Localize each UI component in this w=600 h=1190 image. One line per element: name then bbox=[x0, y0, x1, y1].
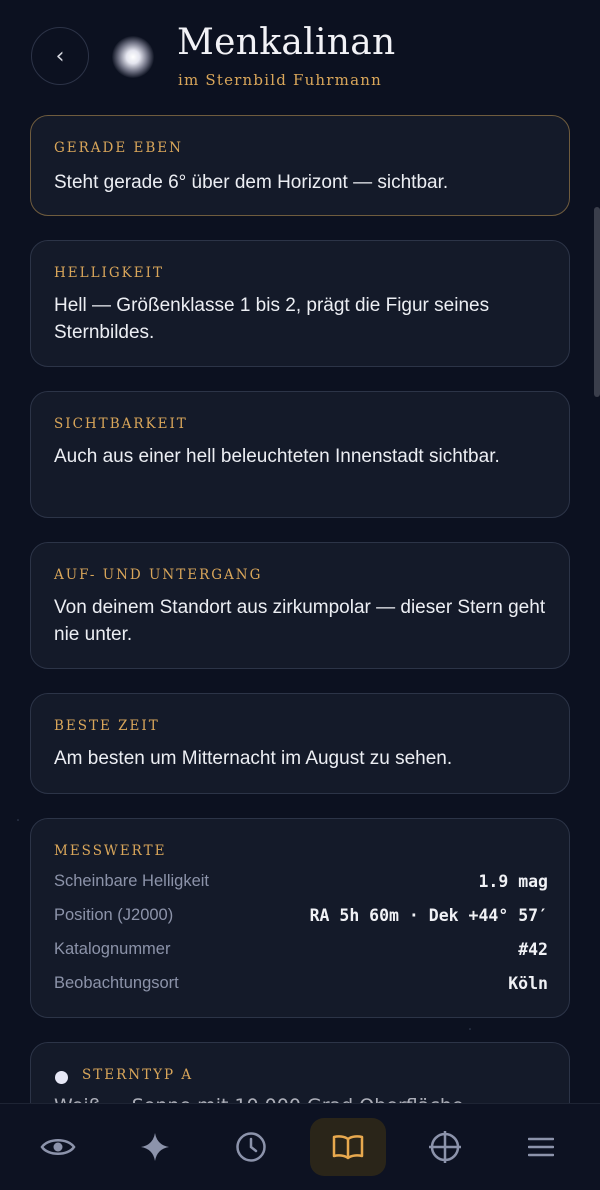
crosshair-icon bbox=[429, 1131, 461, 1163]
nav-item-time[interactable] bbox=[213, 1118, 289, 1176]
bottom-navigation bbox=[0, 1103, 600, 1190]
card-label: STERNTYP A bbox=[82, 1067, 194, 1083]
card-text: Am besten um Mitternacht im August zu se… bbox=[54, 748, 453, 769]
card-gerade-eben: GERADE EBEN Steht gerade 6° über dem Hor… bbox=[30, 115, 570, 216]
menu-icon bbox=[528, 1137, 554, 1157]
card-label: HELLIGKEIT bbox=[54, 265, 164, 281]
card-label: BESTE ZEIT bbox=[54, 718, 160, 734]
measurement-label: Beobachtungsort bbox=[54, 974, 179, 992]
card-helligkeit: HELLIGKEIT Hell — Größenklasse 1 bis 2, … bbox=[30, 240, 570, 367]
nav-item-catalog[interactable] bbox=[310, 1118, 386, 1176]
measurement-label: Katalognummer bbox=[54, 940, 171, 958]
book-icon bbox=[332, 1135, 364, 1160]
card-label: MESSWERTE bbox=[54, 843, 167, 859]
nav-item-menu[interactable] bbox=[503, 1118, 579, 1176]
chevron-left-icon: ‹ bbox=[55, 43, 65, 69]
nav-item-stars[interactable] bbox=[117, 1118, 193, 1176]
star-type-dot-icon bbox=[55, 1071, 68, 1084]
measurement-value: 1.9 mag bbox=[478, 872, 548, 891]
card-text: Hell — Größenklasse 1 bis 2, prägt die F… bbox=[54, 295, 490, 343]
card-messwerte: MESSWERTE Scheinbare Helligkeit 1.9 mag … bbox=[30, 818, 570, 1018]
star-glow-icon bbox=[112, 36, 154, 78]
card-text: Steht gerade 6° über dem Horizont — sich… bbox=[54, 172, 449, 193]
eye-icon bbox=[40, 1139, 76, 1155]
page-subtitle: im Sternbild Fuhrmann bbox=[178, 71, 382, 89]
header: ‹ Menkalinan im Sternbild Fuhrmann bbox=[0, 0, 600, 110]
nav-item-view[interactable] bbox=[20, 1118, 96, 1176]
measurement-value: #42 bbox=[518, 940, 548, 959]
measurement-value: Köln bbox=[508, 974, 548, 993]
clock-icon bbox=[236, 1132, 266, 1162]
nav-item-locate[interactable] bbox=[407, 1118, 483, 1176]
card-auf-und-untergang: AUF- UND UNTERGANG Von deinem Standort a… bbox=[30, 542, 570, 669]
card-label: GERADE EBEN bbox=[54, 140, 183, 156]
back-button[interactable]: ‹ bbox=[31, 27, 89, 85]
card-label: AUF- UND UNTERGANG bbox=[54, 567, 263, 583]
measurement-row: Scheinbare Helligkeit 1.9 mag bbox=[54, 872, 548, 896]
measurement-label: Scheinbare Helligkeit bbox=[54, 872, 210, 890]
card-label: SICHTBARKEIT bbox=[54, 416, 188, 432]
card-beste-zeit: BESTE ZEIT Am besten um Mitternacht im A… bbox=[30, 693, 570, 794]
measurement-row: Beobachtungsort Köln bbox=[54, 974, 548, 998]
card-text: Auch aus einer hell beleuchteten Innenst… bbox=[54, 446, 500, 467]
measurement-row: Position (J2000) RA 5h 60m · Dek +44° 57… bbox=[54, 906, 548, 930]
card-sichtbarkeit: SICHTBARKEIT Auch aus einer hell beleuch… bbox=[30, 391, 570, 518]
measurement-row: Katalognummer #42 bbox=[54, 940, 548, 964]
page-title: Menkalinan bbox=[177, 22, 396, 63]
card-text: Von deinem Standort aus zirkumpolar — di… bbox=[54, 597, 546, 645]
sparkle-icon bbox=[141, 1133, 169, 1161]
scrollbar[interactable] bbox=[594, 207, 600, 397]
measurement-value: RA 5h 60m · Dek +44° 57′ bbox=[309, 906, 548, 925]
measurement-label: Position (J2000) bbox=[54, 906, 174, 924]
